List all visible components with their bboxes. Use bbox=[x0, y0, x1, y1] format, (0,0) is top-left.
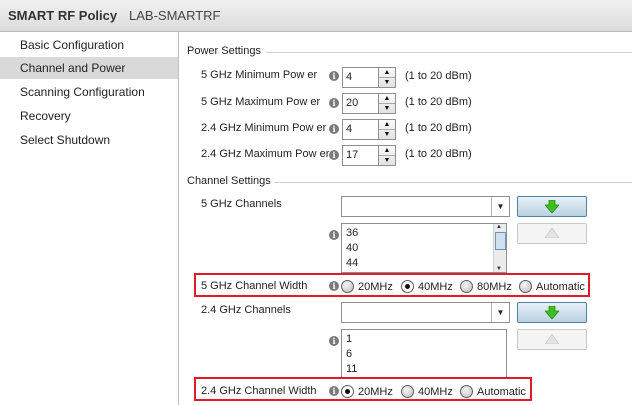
arrow-down-icon bbox=[545, 306, 559, 319]
info-icon[interactable]: i bbox=[329, 98, 339, 108]
channels-5ghz-list[interactable]: 36 40 44 ▲ ▼ bbox=[341, 223, 507, 273]
width-5ghz-label: 5 GHz Channel Width bbox=[201, 280, 308, 292]
channels-5ghz-label: 5 GHz Channels bbox=[201, 198, 282, 210]
power-24ghz-max-value[interactable]: 17 bbox=[342, 145, 380, 166]
arrow-up-icon bbox=[545, 334, 559, 344]
power-24ghz-min-label: 2.4 GHz Minimum Pow er bbox=[201, 122, 327, 134]
remove-24ghz-channel-button[interactable] bbox=[517, 329, 587, 350]
channel-settings-title: Channel Settings bbox=[187, 175, 271, 187]
channel-settings-divider bbox=[274, 182, 632, 183]
radio-24ghz-40mhz[interactable] bbox=[401, 385, 414, 398]
power-5ghz-max-range: (1 to 20 dBm) bbox=[405, 96, 472, 108]
radio-5ghz-20mhz[interactable] bbox=[341, 280, 354, 293]
info-icon[interactable]: i bbox=[329, 336, 339, 346]
radio-24ghz-automatic-label: Automatic bbox=[477, 386, 526, 398]
power-settings-title: Power Settings bbox=[187, 45, 261, 57]
info-icon[interactable]: i bbox=[329, 281, 339, 291]
sidebar: Basic Configuration Channel and Power Sc… bbox=[0, 32, 179, 405]
radio-5ghz-80mhz-label: 80MHz bbox=[477, 281, 512, 293]
list-scrollbar[interactable]: ▲ ▼ bbox=[493, 224, 506, 272]
policy-name: LAB-SMARTRF bbox=[129, 8, 221, 23]
power-5ghz-min-value[interactable]: 4 bbox=[342, 67, 380, 88]
channels-24ghz-label: 2.4 GHz Channels bbox=[201, 304, 291, 316]
scroll-down-icon[interactable]: ▼ bbox=[496, 266, 502, 272]
channels-24ghz-list[interactable]: 1 6 11 bbox=[341, 329, 507, 379]
radio-24ghz-20mhz[interactable] bbox=[341, 385, 354, 398]
channels-24ghz-select[interactable]: ▼ bbox=[341, 302, 510, 323]
list-item[interactable]: 1 bbox=[346, 333, 352, 345]
width-24ghz-label: 2.4 GHz Channel Width bbox=[201, 385, 317, 397]
power-5ghz-max-label: 5 GHz Maximum Pow er bbox=[201, 96, 321, 108]
info-icon[interactable]: i bbox=[329, 71, 339, 81]
radio-5ghz-automatic[interactable] bbox=[519, 280, 532, 293]
spin-up-icon[interactable]: ▲ bbox=[379, 146, 395, 156]
spin-down-icon[interactable]: ▼ bbox=[379, 78, 395, 87]
window-header: SMART RF Policy LAB-SMARTRF bbox=[0, 0, 632, 32]
spin-down-icon[interactable]: ▼ bbox=[379, 104, 395, 113]
radio-5ghz-40mhz-label: 40MHz bbox=[418, 281, 453, 293]
list-item[interactable]: 40 bbox=[346, 242, 358, 254]
radio-24ghz-automatic[interactable] bbox=[460, 385, 473, 398]
sidebar-item-select-shutdown[interactable]: Select Shutdown bbox=[0, 129, 178, 151]
power-24ghz-max-stepper[interactable]: 17 ▲ ▼ bbox=[342, 145, 396, 166]
arrow-up-icon bbox=[545, 228, 559, 238]
scroll-thumb[interactable] bbox=[495, 232, 506, 250]
remove-5ghz-channel-button[interactable] bbox=[517, 223, 587, 244]
chevron-down-icon[interactable]: ▼ bbox=[491, 303, 509, 322]
arrow-down-icon bbox=[545, 200, 559, 213]
radio-5ghz-80mhz[interactable] bbox=[460, 280, 473, 293]
radio-24ghz-40mhz-label: 40MHz bbox=[418, 386, 453, 398]
info-icon[interactable]: i bbox=[329, 230, 339, 240]
spin-up-icon[interactable]: ▲ bbox=[379, 94, 395, 104]
chevron-down-icon[interactable]: ▼ bbox=[491, 197, 509, 216]
power-5ghz-min-stepper[interactable]: 4 ▲ ▼ bbox=[342, 67, 396, 88]
scroll-up-icon[interactable]: ▲ bbox=[496, 224, 502, 230]
radio-5ghz-40mhz[interactable] bbox=[401, 280, 414, 293]
info-icon[interactable]: i bbox=[329, 150, 339, 160]
list-item[interactable]: 6 bbox=[346, 348, 352, 360]
add-5ghz-channel-button[interactable] bbox=[517, 196, 587, 217]
list-item[interactable]: 11 bbox=[346, 363, 357, 375]
power-24ghz-min-stepper[interactable]: 4 ▲ ▼ bbox=[342, 119, 396, 140]
power-24ghz-min-value[interactable]: 4 bbox=[342, 119, 380, 140]
power-24ghz-min-range: (1 to 20 dBm) bbox=[405, 122, 472, 134]
sidebar-item-recovery[interactable]: Recovery bbox=[0, 105, 178, 127]
power-5ghz-max-stepper[interactable]: 20 ▲ ▼ bbox=[342, 93, 396, 114]
spin-down-icon[interactable]: ▼ bbox=[379, 156, 395, 165]
info-icon[interactable]: i bbox=[329, 124, 339, 134]
spin-up-icon[interactable]: ▲ bbox=[379, 120, 395, 130]
sidebar-item-channel-and-power[interactable]: Channel and Power bbox=[0, 57, 178, 79]
list-item[interactable]: 44 bbox=[346, 257, 358, 269]
header-title: SMART RF Policy bbox=[8, 8, 118, 23]
list-item[interactable]: 36 bbox=[346, 227, 358, 239]
sidebar-item-scanning-configuration[interactable]: Scanning Configuration bbox=[0, 81, 178, 103]
sidebar-item-basic-configuration[interactable]: Basic Configuration bbox=[0, 34, 178, 56]
power-5ghz-min-range: (1 to 20 dBm) bbox=[405, 70, 472, 82]
spin-down-icon[interactable]: ▼ bbox=[379, 130, 395, 139]
power-5ghz-max-value[interactable]: 20 bbox=[342, 93, 380, 114]
channels-5ghz-select[interactable]: ▼ bbox=[341, 196, 510, 217]
info-icon[interactable]: i bbox=[329, 386, 339, 396]
power-24ghz-max-range: (1 to 20 dBm) bbox=[405, 148, 472, 160]
power-settings-divider bbox=[266, 52, 632, 53]
power-5ghz-min-label: 5 GHz Minimum Pow er bbox=[201, 69, 318, 81]
radio-5ghz-automatic-label: Automatic bbox=[536, 281, 585, 293]
power-24ghz-max-label: 2.4 GHz Maximum Pow er bbox=[201, 148, 330, 160]
add-24ghz-channel-button[interactable] bbox=[517, 302, 587, 323]
radio-24ghz-20mhz-label: 20MHz bbox=[358, 386, 393, 398]
radio-5ghz-20mhz-label: 20MHz bbox=[358, 281, 393, 293]
spin-up-icon[interactable]: ▲ bbox=[379, 68, 395, 78]
